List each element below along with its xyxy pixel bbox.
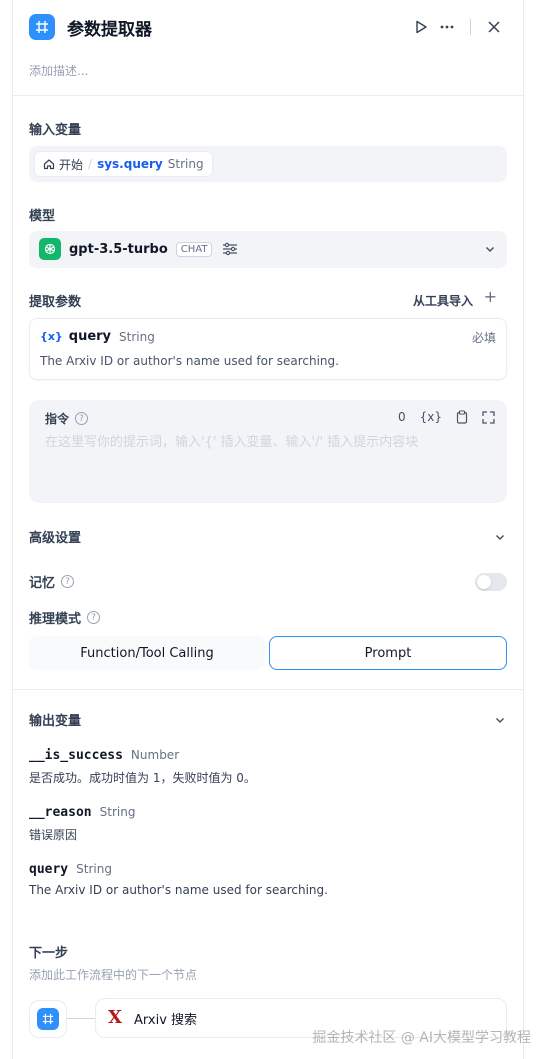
memory-row: 记忆 ? <box>29 572 507 591</box>
output-variable-item: __is_success Number 是否成功。成功时值为 1，失败时值为 0。 <box>29 744 256 786</box>
param-description: The Arxiv ID or author's name used for s… <box>40 354 339 368</box>
advanced-settings-header[interactable]: 高级设置 <box>29 527 507 546</box>
mode-prompt-button[interactable]: Prompt <box>269 636 507 670</box>
output-variable-item: __reason String 错误原因 <box>29 801 135 843</box>
advanced-settings-label: 高级设置 <box>29 531 82 546</box>
param-card[interactable]: {x} query String 必填 The Arxiv ID or auth… <box>29 318 507 380</box>
copy-icon[interactable] <box>456 410 468 424</box>
current-node-card <box>29 1000 67 1038</box>
sliders-icon[interactable] <box>222 242 238 256</box>
output-type: String <box>76 862 112 876</box>
output-name: query <box>29 862 69 877</box>
home-icon <box>43 159 55 170</box>
arxiv-icon: X <box>108 1007 122 1028</box>
description-input[interactable]: 添加描述... <box>29 62 88 79</box>
next-step-subtitle: 添加此工作流程中的下一个节点 <box>29 968 198 982</box>
reasoning-mode-label: 推理模式 <box>29 612 82 627</box>
help-icon[interactable]: ? <box>61 575 75 588</box>
output-name: __reason <box>29 805 92 820</box>
panel-title[interactable]: 参数提取器 <box>67 15 152 40</box>
next-step-title: 下一步 <box>29 946 69 961</box>
instruction-label: 指令 <box>45 412 70 426</box>
parameter-extractor-panel: 参数提取器 添加描述... 输入变量 开始 / sys.query String… <box>12 0 524 1059</box>
input-variable-field[interactable]: 开始 / sys.query String <box>29 146 507 182</box>
chevron-down-icon[interactable] <box>493 713 507 727</box>
memory-label: 记忆 <box>29 576 56 591</box>
more-icon[interactable] <box>434 14 460 40</box>
model-name: gpt-3.5-turbo <box>69 241 168 257</box>
input-variables-label: 输入变量 <box>29 123 82 138</box>
param-type: String <box>119 329 155 344</box>
output-variables-label: 输出变量 <box>29 714 82 729</box>
parameter-extractor-node-icon <box>37 1008 59 1030</box>
memory-toggle[interactable] <box>475 572 507 591</box>
mode-function-calling-button[interactable]: Function/Tool Calling <box>29 636 265 670</box>
chip-separator: / <box>88 157 93 171</box>
chevron-down-icon[interactable] <box>483 242 497 256</box>
help-icon[interactable]: ? <box>87 611 101 624</box>
model-mode-badge: CHAT <box>175 241 213 257</box>
model-selector[interactable]: gpt-3.5-turbo CHAT <box>29 231 507 268</box>
chip-source: 开始 <box>59 157 84 172</box>
output-type: String <box>99 805 136 819</box>
parameter-extractor-node-icon <box>29 14 55 40</box>
close-icon[interactable] <box>481 14 507 40</box>
variable-icon: {x} <box>40 330 63 343</box>
panel-header: 参数提取器 <box>29 12 507 42</box>
output-description: 是否成功。成功时值为 1，失败时值为 0。 <box>29 771 256 785</box>
output-description: 错误原因 <box>29 828 78 842</box>
insert-variable-icon[interactable]: {x} <box>420 410 442 424</box>
model-label: 模型 <box>29 209 56 224</box>
instruction-editor[interactable]: 指令 ? 0 {x} 在这里写你的提示词，输入'{' 插入变量、输入'/' 插入… <box>29 400 507 503</box>
chip-variable: sys.query <box>97 157 163 171</box>
chip-type: String <box>167 157 204 171</box>
output-variable-item: query String The Arxiv ID or author's nam… <box>29 858 328 897</box>
extract-params-label: 提取参数 <box>29 295 82 310</box>
output-variables-header[interactable]: 输出变量 <box>29 710 507 729</box>
char-count: 0 <box>397 410 406 424</box>
help-icon[interactable]: ? <box>75 412 89 425</box>
import-from-tool-button[interactable]: 从工具导入 <box>413 292 473 309</box>
expand-icon[interactable] <box>482 410 495 424</box>
divider <box>13 95 523 96</box>
add-param-button[interactable]: + <box>484 287 497 306</box>
reasoning-mode-selector: Function/Tool Calling Prompt <box>29 636 507 670</box>
output-description: The Arxiv ID or author's name used for s… <box>29 883 328 897</box>
run-icon[interactable] <box>408 14 434 40</box>
input-variable-chip[interactable]: 开始 / sys.query String <box>34 151 213 177</box>
output-name: __is_success <box>29 748 123 763</box>
divider <box>13 689 523 690</box>
connector-line <box>67 1018 95 1019</box>
param-name: query <box>68 329 112 344</box>
next-node-name: Arxiv 搜索 <box>134 1012 198 1028</box>
output-type: Number <box>130 748 180 762</box>
header-divider <box>470 19 471 35</box>
openai-icon <box>39 238 61 260</box>
instruction-placeholder: 在这里写你的提示词，输入'{' 插入变量、输入'/' 插入提示内容块 <box>45 435 419 450</box>
required-badge: 必填 <box>471 331 496 345</box>
chevron-down-icon[interactable] <box>493 530 507 544</box>
reasoning-mode-row: 推理模式 ? <box>29 608 507 627</box>
watermark: 掘金技术社区 @ AI大模型学习教程 <box>312 1030 531 1046</box>
